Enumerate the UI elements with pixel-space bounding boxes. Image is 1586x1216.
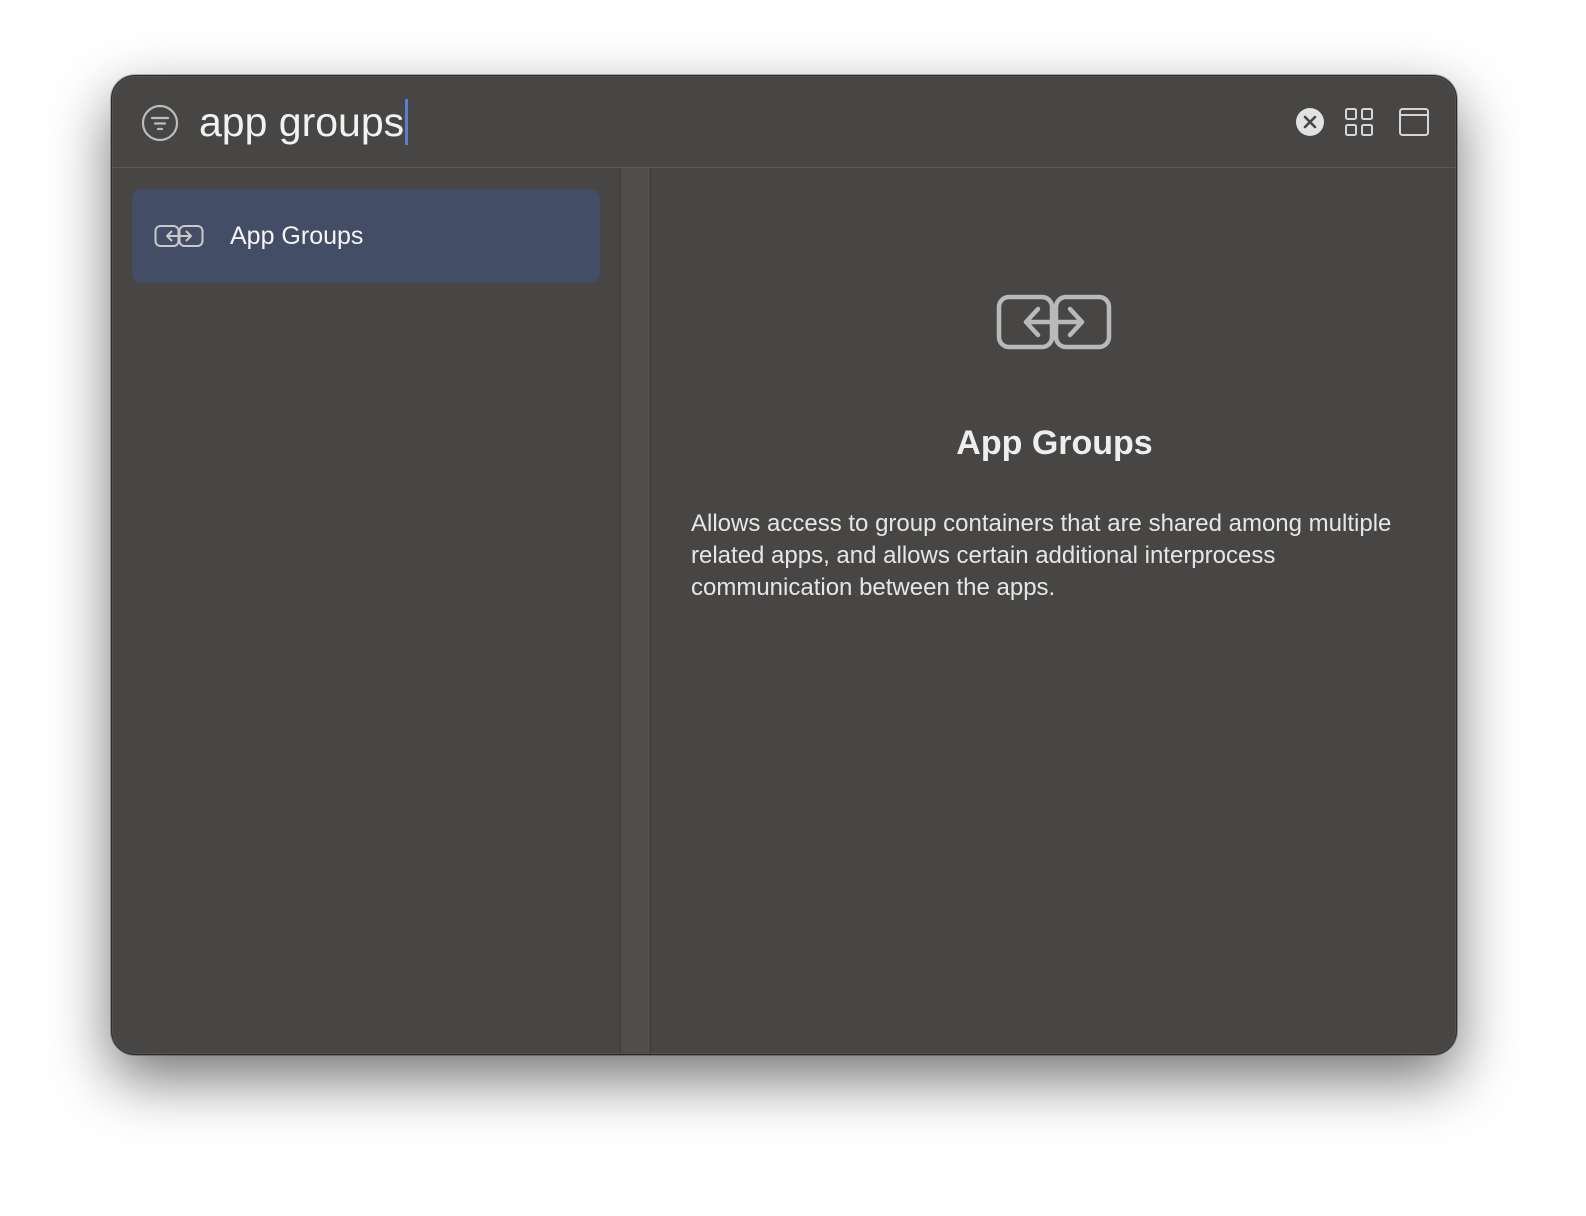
link-arrows-icon bbox=[154, 225, 204, 247]
search-input[interactable]: app groups bbox=[199, 96, 409, 148]
window-panel-icon[interactable] bbox=[1398, 106, 1430, 138]
detail-pane: App Groups Allows access to group contai… bbox=[651, 168, 1456, 1054]
link-arrows-icon bbox=[996, 294, 1112, 350]
results-list: App Groups bbox=[112, 168, 620, 1054]
clear-search-icon[interactable] bbox=[1295, 107, 1325, 137]
search-bar: app groups bbox=[112, 76, 1456, 168]
split-view-divider[interactable] bbox=[620, 168, 651, 1054]
detail-title: App Groups bbox=[956, 424, 1153, 462]
detail-description: Allows access to group containers that a… bbox=[691, 510, 1392, 601]
text-caret bbox=[405, 99, 409, 145]
filter-icon[interactable] bbox=[141, 104, 179, 142]
capabilities-window: app groups App Groups App Groups Allows … bbox=[111, 75, 1457, 1055]
list-item-app-groups[interactable]: App Groups bbox=[132, 189, 600, 283]
list-item-label: App Groups bbox=[230, 222, 364, 250]
search-query: app groups bbox=[199, 99, 405, 145]
grid-view-icon[interactable] bbox=[1344, 107, 1374, 137]
